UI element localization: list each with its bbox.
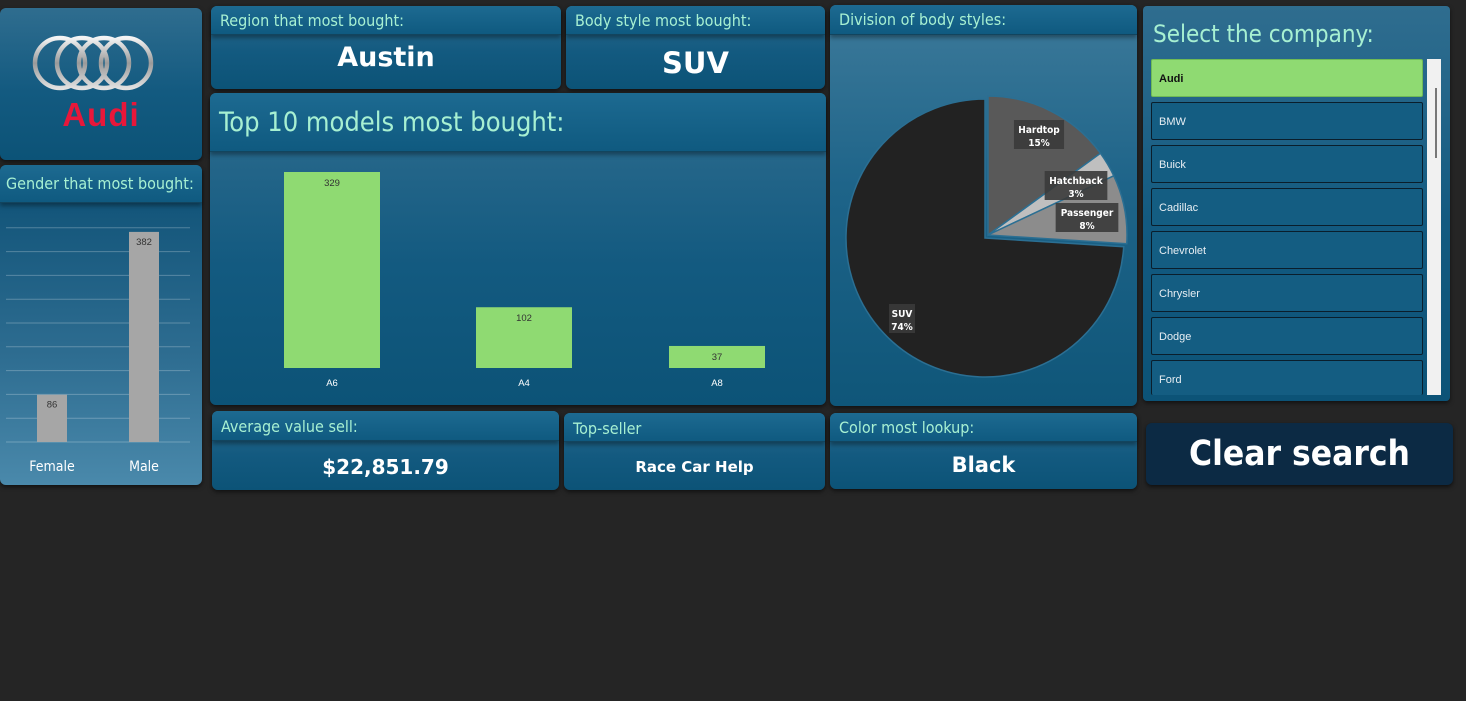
top-seller-value: Race Car Help [635,458,754,476]
average-value-card: Average value sell: $22,851.79 [212,411,559,490]
gender-bar-value: 86 [47,400,58,411]
svg-text:15%: 15% [1028,138,1050,149]
pie-data-label: Hardtop 15% [1013,120,1065,149]
pie-data-label: Hatchback 3% [1044,171,1108,200]
svg-text:SUV: SUV [892,309,913,320]
logo-card: Audi [0,8,202,160]
company-item-ford[interactable]: Ford [1151,360,1423,395]
top-models-card: Top 10 models most bought: 329 A6 102 A4 37 A… [210,93,826,405]
company-slicer-title: Select the company: [1153,20,1374,48]
company-item-buick[interactable]: Buick [1151,145,1423,183]
company-item-bmw[interactable]: BMW [1151,102,1423,140]
gender-axis-label: Male [129,459,159,475]
clear-search-button[interactable]: Clear search [1146,423,1453,485]
gender-bar [129,231,159,442]
model-bar-value: 329 [324,178,340,189]
region-card: Region that most bought: Austin [211,6,561,89]
slicer-scroll-thumb[interactable] [1435,88,1437,158]
model-axis-label: A6 [326,378,338,389]
svg-text:3%: 3% [1068,189,1083,200]
division-card: Division of body styles: Hardtop 15% Hatch… [830,5,1137,406]
company-item-chevrolet[interactable]: Chevrolet [1151,231,1423,269]
svg-text:Hatchback: Hatchback [1049,176,1103,187]
model-axis-label: A8 [711,378,723,389]
body-styles-pie-chart: Hardtop 15% Hatchback 3% Passenger 8% SUV 74% [845,95,1128,378]
color-card: Color most lookup: Black [830,413,1137,489]
color-value: Black [951,453,1016,477]
slicer-scrollbar[interactable] [1427,59,1441,395]
top-seller-card: Top-seller Race Car Help [564,413,825,490]
body-style-title: Body style most bought: [566,6,825,35]
company-item-cadillac[interactable]: Cadillac [1151,188,1423,226]
model-bar [284,172,380,368]
pie-data-label: Passenger 8% [1055,203,1119,232]
svg-text:8%: 8% [1079,221,1094,232]
pie-data-label: SUV 74% [889,304,915,333]
average-value-title: Average value sell: [212,411,559,441]
model-bar-value: 37 [712,352,723,363]
top-models-bar-chart: 329 A6 102 A4 37 A8 [284,172,765,389]
color-title: Color most lookup: [830,413,1137,442]
gender-card: Gender that most bought: 86 Female 382 Male [0,165,202,485]
svg-text:Passenger: Passenger [1061,208,1114,219]
brand-wordmark: Audi [62,96,140,133]
region-value: Austin [337,42,435,73]
region-title: Region that most bought: [211,6,561,35]
body-style-card: Body style most bought: SUV [566,6,825,89]
company-item-dodge[interactable]: Dodge [1151,317,1423,355]
model-axis-label: A4 [518,378,530,389]
gender-axis-label: Female [29,459,75,475]
svg-text:74%: 74% [891,322,913,333]
average-value: $22,851.79 [322,455,449,479]
company-item-chrysler[interactable]: Chrysler [1151,274,1423,312]
top-seller-title: Top-seller [564,413,825,442]
body-style-value: SUV [662,46,729,80]
gender-bar-value: 382 [136,237,152,248]
company-item-audi[interactable]: Audi [1151,59,1423,97]
audi-rings-logo [32,35,154,91]
gender-bar-chart: 86 Female 382 Male [6,227,190,475]
svg-text:Hardtop: Hardtop [1018,125,1060,136]
company-slicer: Select the company: Audi BMW Buick Cadillac… [1143,6,1450,401]
model-bar-value: 102 [516,313,532,324]
